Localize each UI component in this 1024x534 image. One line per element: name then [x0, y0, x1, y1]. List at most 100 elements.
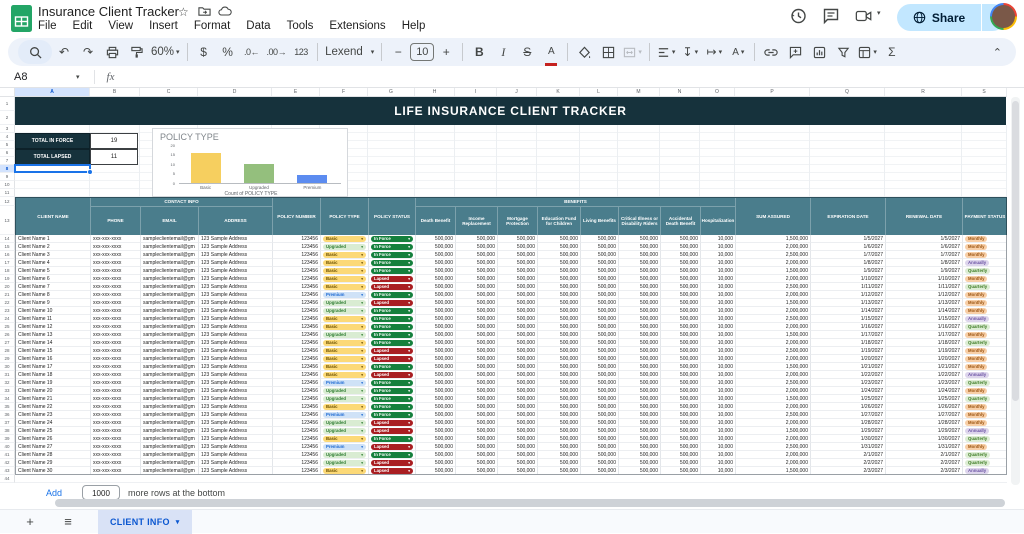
- column-header-F[interactable]: F: [320, 88, 368, 96]
- name-box[interactable]: A8: [0, 71, 76, 83]
- column-header-K[interactable]: K: [537, 88, 580, 96]
- row-header-24[interactable]: 24: [0, 315, 15, 323]
- row-header-42[interactable]: 42: [0, 459, 15, 467]
- policy-status-chip[interactable]: Lapsed ▾: [371, 460, 413, 466]
- policy-status-chip[interactable]: In Force ▾: [371, 292, 413, 298]
- row-header-30[interactable]: 30: [0, 363, 15, 371]
- row-header-5[interactable]: 5: [0, 141, 15, 149]
- policy-status-chip[interactable]: In Force ▾: [371, 388, 413, 394]
- horizontal-scrollbar[interactable]: [55, 499, 1005, 507]
- policy-type-chip[interactable]: Basic ▾: [323, 324, 366, 330]
- fill-color-icon[interactable]: [572, 40, 596, 64]
- row-header-39[interactable]: 39: [0, 435, 15, 443]
- row-header-15[interactable]: 15: [0, 243, 15, 251]
- policy-type-chip[interactable]: Basic ▾: [323, 236, 366, 242]
- create-filter-icon[interactable]: [831, 40, 855, 64]
- policy-type-chip[interactable]: Basic ▾: [323, 260, 366, 266]
- strikethrough-icon[interactable]: S: [515, 40, 539, 64]
- insert-comment-icon[interactable]: [783, 40, 807, 64]
- row-header-29[interactable]: 29: [0, 355, 15, 363]
- row-header-26[interactable]: 26: [0, 331, 15, 339]
- payment-status-chip[interactable]: Monthly: [965, 308, 988, 314]
- increase-font-size-icon[interactable]: +: [434, 40, 458, 64]
- text-rotation-icon[interactable]: A ▾: [726, 40, 750, 64]
- comment-history-icon[interactable]: [822, 7, 840, 25]
- row-header-6[interactable]: 6: [0, 149, 15, 157]
- policy-status-chip[interactable]: In Force ▾: [371, 260, 413, 266]
- add-rows-button[interactable]: Add: [46, 488, 62, 498]
- column-header-A[interactable]: A: [15, 88, 90, 96]
- version-history-icon[interactable]: [789, 7, 807, 25]
- policy-status-chip[interactable]: In Force ▾: [371, 252, 413, 258]
- vertical-align-icon[interactable]: ↧ ▾: [678, 40, 702, 64]
- horizontal-align-icon[interactable]: ▾: [654, 40, 679, 64]
- text-color-icon[interactable]: A: [539, 40, 563, 66]
- more-formats-icon[interactable]: 123: [289, 40, 313, 64]
- row-header-7[interactable]: 7: [0, 157, 15, 165]
- policy-type-chip[interactable]: Basic ▾: [323, 372, 366, 378]
- policy-status-chip[interactable]: In Force ▾: [371, 308, 413, 314]
- menu-format[interactable]: Format: [194, 20, 230, 32]
- column-header-P[interactable]: P: [735, 88, 810, 96]
- policy-type-chip[interactable]: Upgraded ▾: [323, 388, 366, 394]
- policy-type-chip[interactable]: Basic ▾: [323, 284, 366, 290]
- row-header-20[interactable]: 20: [0, 283, 15, 291]
- payment-status-chip[interactable]: Monthly: [965, 356, 988, 362]
- policy-status-chip[interactable]: In Force ▾: [371, 452, 413, 458]
- policy-status-chip[interactable]: Lapsed ▾: [371, 372, 413, 378]
- policy-status-chip[interactable]: Lapsed ▾: [371, 356, 413, 362]
- payment-status-chip[interactable]: Quarterly: [965, 284, 991, 290]
- policy-type-chip[interactable]: Upgraded ▾: [323, 460, 366, 466]
- row-header-44[interactable]: 44: [0, 475, 15, 483]
- borders-icon[interactable]: [596, 40, 620, 64]
- row-header-43[interactable]: 43: [0, 467, 15, 475]
- row-header-18[interactable]: 18: [0, 267, 15, 275]
- policy-status-chip[interactable]: In Force ▾: [371, 404, 413, 410]
- menu-help[interactable]: Help: [402, 20, 426, 32]
- payment-status-chip[interactable]: Annually: [965, 316, 990, 322]
- policy-type-chip[interactable]: Premium ▾: [323, 380, 366, 386]
- policy-type-chip[interactable]: Basic ▾: [323, 364, 366, 370]
- column-header-D[interactable]: D: [198, 88, 272, 96]
- share-button[interactable]: Share: [897, 4, 981, 31]
- policy-status-chip[interactable]: Lapsed ▾: [371, 428, 413, 434]
- column-header-J[interactable]: J: [497, 88, 537, 96]
- policy-type-chip[interactable]: Basic ▾: [323, 276, 366, 282]
- star-icon[interactable]: ☆: [178, 5, 189, 19]
- payment-status-chip[interactable]: Monthly: [965, 404, 988, 410]
- row-header-32[interactable]: 32: [0, 379, 15, 387]
- row-header-1[interactable]: 1: [0, 97, 15, 111]
- row-header-25[interactable]: 25: [0, 323, 15, 331]
- column-header-Q[interactable]: Q: [810, 88, 885, 96]
- row-header-4[interactable]: 4: [0, 133, 15, 141]
- menu-tools[interactable]: Tools: [287, 20, 314, 32]
- policy-type-chip[interactable]: Upgraded ▾: [323, 396, 366, 402]
- row-header-38[interactable]: 38: [0, 427, 15, 435]
- bold-icon[interactable]: B: [467, 40, 491, 64]
- policy-type-chip[interactable]: Basic ▾: [323, 340, 366, 346]
- name-box-dropdown-icon[interactable]: ▾: [76, 73, 80, 81]
- column-header-R[interactable]: R: [885, 88, 962, 96]
- payment-status-chip[interactable]: Annually: [965, 428, 990, 434]
- column-header-C[interactable]: C: [140, 88, 198, 96]
- policy-type-chip[interactable]: Upgraded ▾: [323, 332, 366, 338]
- policy-status-chip[interactable]: In Force ▾: [371, 380, 413, 386]
- policy-type-chip[interactable]: Upgraded ▾: [323, 428, 366, 434]
- row-header-9[interactable]: 9: [0, 173, 15, 181]
- policy-status-chip[interactable]: In Force ▾: [371, 324, 413, 330]
- column-header-B[interactable]: B: [90, 88, 140, 96]
- search-menus-icon[interactable]: [18, 40, 52, 64]
- row-header-16[interactable]: 16: [0, 251, 15, 259]
- policy-type-chip[interactable]: Upgraded ▾: [323, 308, 366, 314]
- payment-status-chip[interactable]: Annually: [965, 468, 990, 474]
- row-header-33[interactable]: 33: [0, 387, 15, 395]
- sheets-logo-icon[interactable]: [11, 5, 32, 32]
- account-avatar[interactable]: [990, 3, 1017, 30]
- column-header-H[interactable]: H: [415, 88, 455, 96]
- text-wrap-icon[interactable]: ↦ ▾: [702, 40, 726, 64]
- policy-type-chip[interactable]: Basic ▾: [323, 252, 366, 258]
- document-title[interactable]: Insurance Client Tracker: [38, 4, 179, 19]
- all-sheets-icon[interactable]: ≡: [60, 514, 76, 530]
- font-size-input[interactable]: 10: [410, 43, 435, 61]
- column-header-I[interactable]: I: [455, 88, 497, 96]
